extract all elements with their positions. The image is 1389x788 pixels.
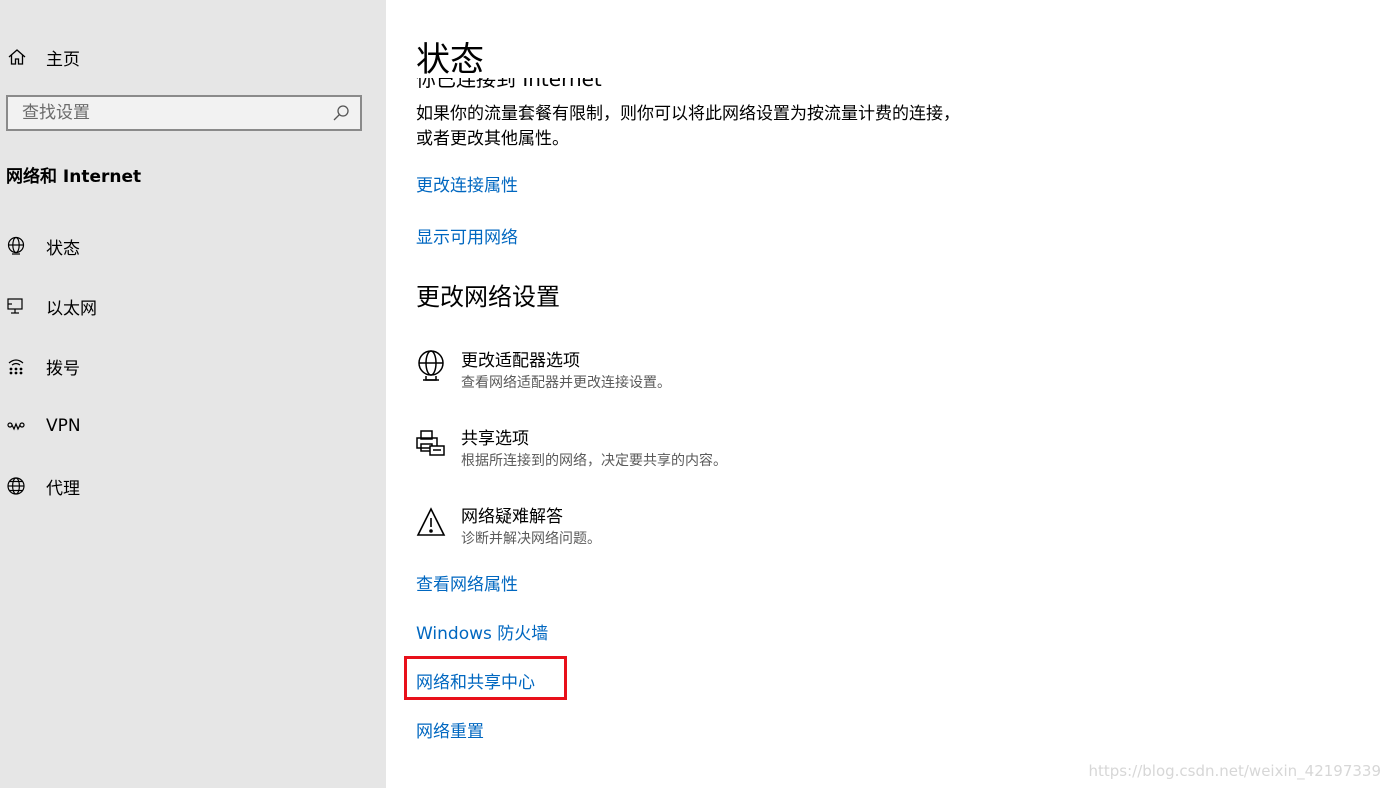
connection-status-text: 你已连接到 Internet: [416, 78, 602, 91]
view-network-properties-link[interactable]: 查看网络属性: [416, 570, 518, 595]
change-connection-properties-link[interactable]: 更改连接属性: [416, 171, 518, 196]
vpn-icon: [6, 416, 26, 436]
connection-description: 如果你的流量套餐有限制，则你可以将此网络设置为按流量计费的连接，或者更改其他属性…: [416, 104, 960, 149]
ethernet-icon: [6, 296, 26, 316]
adapter-options-item[interactable]: 更改适配器选项 查看网络适配器并更改连接设置。: [416, 350, 671, 394]
section-heading: 更改网络设置: [416, 283, 560, 311]
globe-status-icon: [6, 236, 26, 256]
sidebar-item-vpn[interactable]: VPN: [6, 412, 81, 440]
page-title: 状态: [416, 40, 484, 80]
sharing-options-item[interactable]: 共享选项 根据所连接到的网络，决定要共享的内容。: [416, 428, 727, 472]
sidebar-item-dialup[interactable]: 拨号: [6, 352, 80, 380]
sidebar-item-label: VPN: [46, 416, 81, 436]
option-subtitle: 诊断并解决网络问题。: [461, 531, 601, 547]
option-title: 共享选项: [461, 429, 529, 449]
search-icon[interactable]: [330, 102, 352, 124]
warning-icon: [416, 506, 446, 540]
option-subtitle: 查看网络适配器并更改连接设置。: [461, 375, 671, 391]
globe-proxy-icon: [6, 476, 26, 496]
network-reset-link[interactable]: 网络重置: [416, 717, 484, 742]
sidebar: 主页 网络和 Internet 状态 以太网: [0, 0, 386, 788]
option-title: 网络疑难解答: [461, 507, 563, 527]
sharing-printer-icon: [416, 428, 446, 462]
search-box[interactable]: [6, 95, 362, 131]
show-available-networks-link[interactable]: 显示可用网络: [416, 223, 518, 248]
option-subtitle: 根据所连接到的网络，决定要共享的内容。: [461, 453, 727, 469]
sidebar-item-label: 拨号: [46, 358, 80, 379]
watermark: https://blog.csdn.net/weixin_42197339: [1088, 762, 1381, 780]
sidebar-item-label: 状态: [46, 238, 80, 259]
sidebar-item-label: 以太网: [46, 298, 97, 319]
home-icon: [6, 46, 28, 68]
sidebar-item-label: 代理: [46, 478, 80, 499]
sidebar-item-proxy[interactable]: 代理: [6, 472, 80, 500]
section-title: 网络和 Internet: [6, 167, 142, 187]
sidebar-item-ethernet[interactable]: 以太网: [6, 292, 97, 320]
troubleshoot-item[interactable]: 网络疑难解答 诊断并解决网络问题。: [416, 506, 601, 550]
home-label: 主页: [46, 49, 80, 70]
sidebar-item-status[interactable]: 状态: [6, 232, 80, 260]
home-nav-item[interactable]: 主页: [6, 44, 80, 70]
option-title: 更改适配器选项: [461, 351, 580, 371]
adapter-globe-icon: [416, 350, 446, 384]
dialup-icon: [6, 356, 26, 376]
windows-firewall-link[interactable]: Windows 防火墙: [416, 619, 548, 644]
highlight-box: [404, 656, 567, 700]
search-input[interactable]: [8, 97, 330, 129]
